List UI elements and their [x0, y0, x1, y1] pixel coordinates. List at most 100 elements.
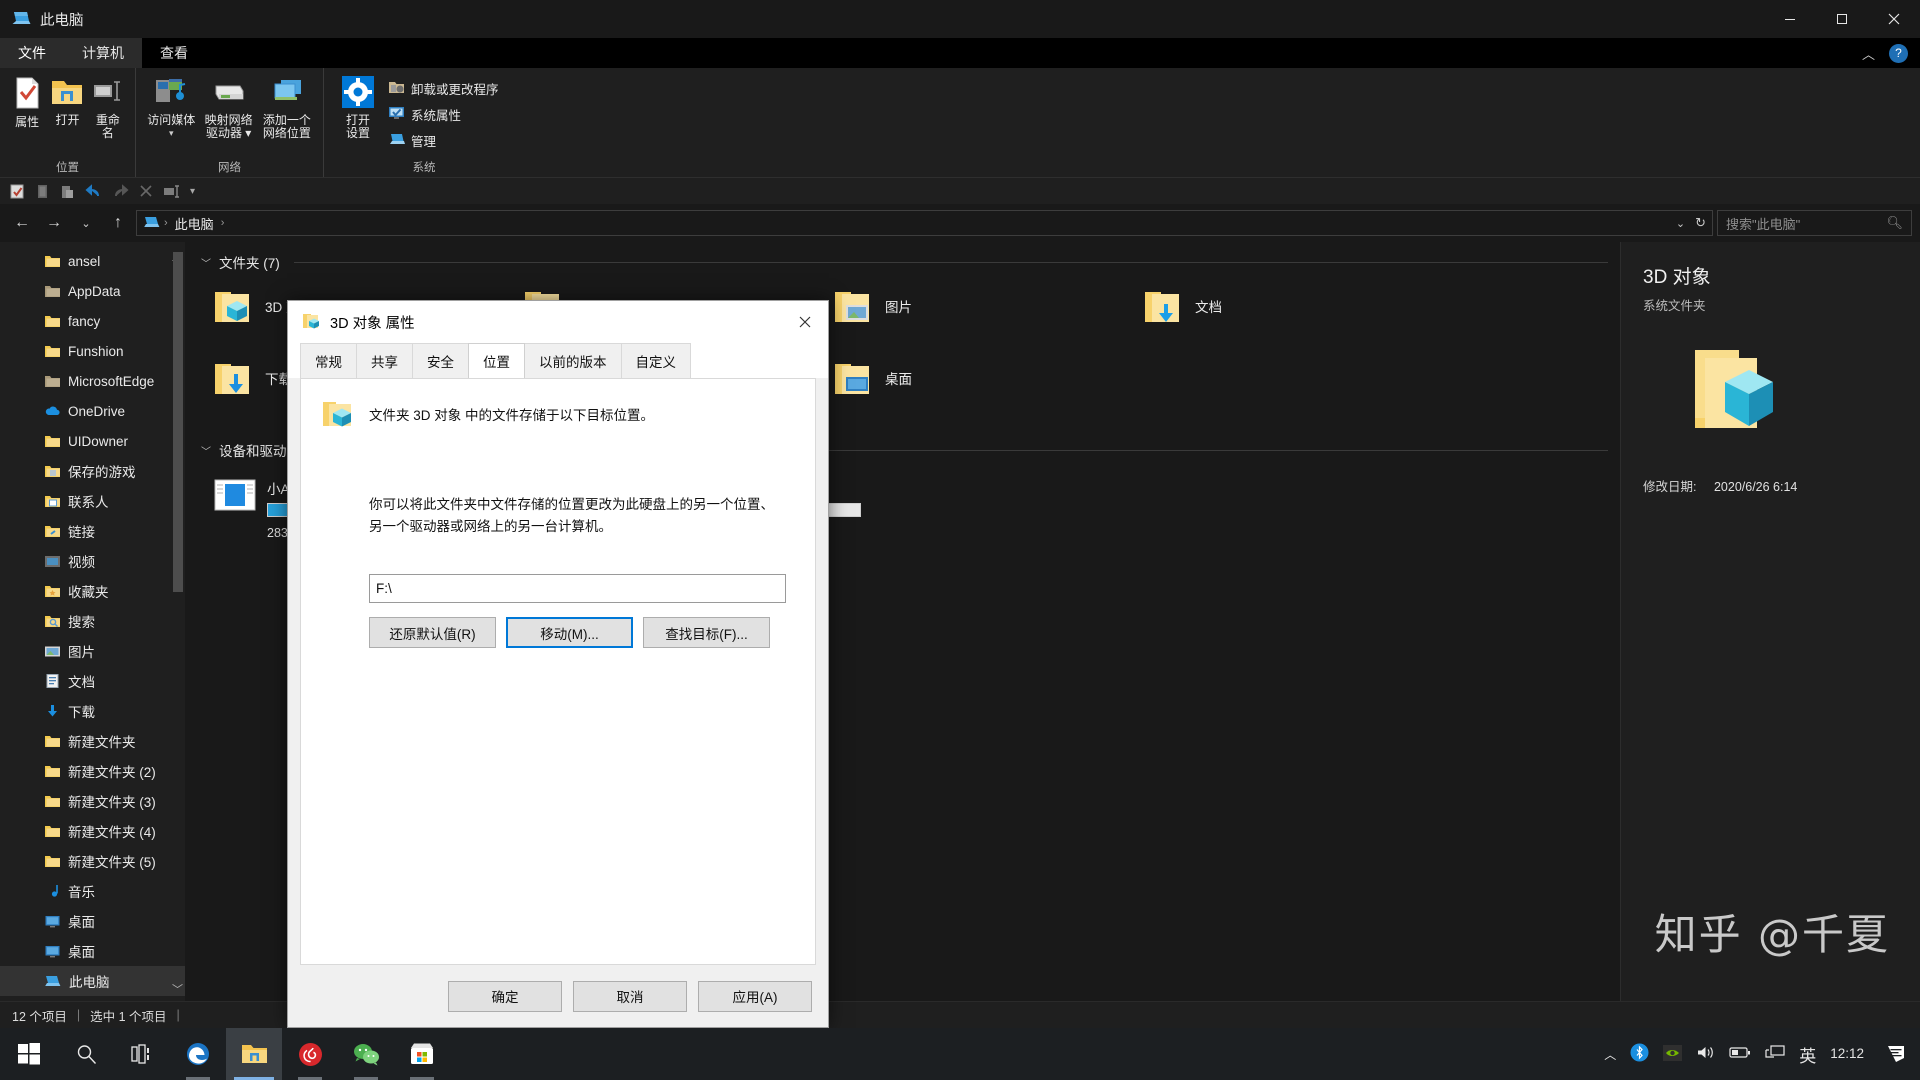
ribbon-access-media-button[interactable]: 访问媒体 ▾ [144, 73, 199, 142]
search-box[interactable]: 搜索"此电脑" 🔍︎ [1717, 210, 1912, 236]
ribbon-tab-computer[interactable]: 计算机 [64, 38, 142, 68]
copy-icon[interactable] [35, 184, 50, 199]
sidebar-item-16[interactable]: 新建文件夹 [0, 726, 185, 756]
sidebar-item-20[interactable]: 新建文件夹 (5) [0, 846, 185, 876]
dialog-footer-button-0[interactable]: 确定 [448, 980, 562, 1012]
ribbon-open-button[interactable]: 打开 [48, 73, 86, 130]
dialog-tab-1[interactable]: 共享 [356, 343, 413, 378]
dialog-footer-button-2[interactable]: 应用(A) [698, 980, 812, 1012]
redo-icon[interactable] [112, 183, 129, 199]
sidebar-item-2[interactable]: fancy [0, 306, 185, 336]
dialog-panel-button-0[interactable]: 还原默认值(R) [369, 617, 496, 648]
delete-icon[interactable] [139, 184, 153, 198]
chevron-down-icon[interactable]: ﹀ [201, 443, 211, 458]
chevron-down-icon[interactable]: ﹀ [201, 255, 211, 270]
breadcrumb-item-this-pc[interactable]: 此电脑 [172, 214, 217, 233]
ime-indicator[interactable]: 英 [1799, 1042, 1816, 1067]
ribbon-system-properties-button[interactable]: 系统属性 [386, 103, 505, 126]
dialog-tab-2[interactable]: 安全 [412, 343, 469, 378]
chevron-down-icon[interactable]: ▾ [169, 128, 174, 139]
windows-start-icon[interactable] [0, 1028, 58, 1080]
sidebar-item-14[interactable]: 文档 [0, 666, 185, 696]
ribbon-rename-button[interactable]: 重命名 [89, 73, 127, 143]
help-icon[interactable]: ? [1889, 43, 1908, 63]
ribbon-uninstall-button[interactable]: 卸载或更改程序 [386, 77, 505, 100]
microsoft-store-icon[interactable] [394, 1028, 450, 1080]
wechat-icon[interactable] [338, 1028, 394, 1080]
sidebar-item-21[interactable]: 音乐 [0, 876, 185, 906]
properties-icon[interactable] [10, 184, 25, 199]
refresh-icon[interactable]: ↻ [1695, 215, 1706, 231]
nav-scroll-down-icon[interactable]: ﹀ [172, 981, 183, 997]
rename-icon[interactable] [163, 184, 180, 199]
sidebar-item-17[interactable]: 新建文件夹 (2) [0, 756, 185, 786]
netease-music-icon[interactable] [282, 1028, 338, 1080]
ribbon-open-settings-button[interactable]: 打开 设置 [332, 73, 384, 143]
clock[interactable]: 12:12 [1830, 1046, 1864, 1062]
sidebar-item-18[interactable]: 新建文件夹 (3) [0, 786, 185, 816]
breadcrumb-separator[interactable]: › [221, 217, 225, 229]
nav-scrollbar[interactable] [173, 250, 183, 977]
bluetooth-icon[interactable] [1630, 1043, 1649, 1065]
dialog-tab-3[interactable]: 位置 [468, 343, 525, 378]
file-explorer-icon[interactable] [226, 1028, 282, 1080]
sidebar-item-1[interactable]: AppData [0, 276, 185, 306]
group-header-folders[interactable]: ﹀ 文件夹 (7) [185, 242, 1620, 276]
taskbar-search-icon[interactable] [58, 1028, 114, 1080]
sidebar-item-23[interactable]: 桌面 [0, 936, 185, 966]
ribbon-tab-view[interactable]: 查看 [142, 38, 206, 68]
dialog-panel-button-1[interactable]: 移动(M)... [506, 617, 633, 648]
customize-dropdown-icon[interactable]: ▾ [190, 186, 195, 197]
ribbon-map-drive-button[interactable]: 映射网络 驱动器 ▾ [201, 73, 257, 143]
dialog-tab-5[interactable]: 自定义 [620, 343, 691, 378]
sidebar-item-9[interactable]: 链接 [0, 516, 185, 546]
sidebar-item-8[interactable]: 联系人 [0, 486, 185, 516]
sidebar-item-24[interactable]: 此电脑 [0, 966, 185, 996]
forward-button[interactable]: → [40, 209, 68, 237]
dialog-close-button[interactable] [782, 301, 828, 343]
sidebar-item-6[interactable]: UIDowner [0, 426, 185, 456]
minimize-button[interactable] [1764, 0, 1816, 38]
sidebar-item-4[interactable]: MicrosoftEdge [0, 366, 185, 396]
ribbon-add-network-location-button[interactable]: 添加一个 网络位置 [259, 73, 315, 143]
notifications-icon[interactable] [1878, 1028, 1914, 1080]
breadcrumb[interactable]: › 此电脑 › ⌄ ↻ [136, 210, 1713, 236]
dialog-footer-button-1[interactable]: 取消 [573, 980, 687, 1012]
network-icon[interactable] [1765, 1044, 1785, 1064]
sidebar-item-13[interactable]: 图片 [0, 636, 185, 666]
folder-tile[interactable]: 图片 [827, 282, 1137, 354]
sidebar-item-0[interactable]: ansel [0, 246, 185, 276]
dialog-tab-4[interactable]: 以前的版本 [524, 343, 622, 378]
sidebar-item-15[interactable]: 下载 [0, 696, 185, 726]
task-view-icon[interactable] [114, 1028, 170, 1080]
battery-icon[interactable] [1729, 1046, 1751, 1062]
dialog-tab-0[interactable]: 常规 [300, 343, 357, 378]
sidebar-item-22[interactable]: 桌面 [0, 906, 185, 936]
sidebar-item-12[interactable]: 搜索 [0, 606, 185, 636]
sidebar-item-10[interactable]: 视频 [0, 546, 185, 576]
back-button[interactable]: ← [8, 209, 36, 237]
ribbon-properties-button[interactable]: 属性 [8, 73, 46, 132]
search-input[interactable]: 搜索"此电脑" [1726, 214, 1800, 233]
undo-icon[interactable] [85, 183, 102, 199]
search-icon[interactable]: 🔍︎ [1886, 215, 1903, 231]
nav-scrollbar-thumb[interactable] [173, 252, 183, 592]
sidebar-item-11[interactable]: 收藏夹 [0, 576, 185, 606]
dialog-panel-button-2[interactable]: 查找目标(F)... [643, 617, 770, 648]
sidebar-item-5[interactable]: OneDrive [0, 396, 185, 426]
chevron-up-icon[interactable]: ︿ [1604, 1046, 1616, 1063]
folder-tile[interactable]: 桌面 [827, 354, 1137, 426]
close-button[interactable] [1868, 0, 1920, 38]
ribbon-manage-button[interactable]: 管理 [386, 129, 505, 152]
chevron-up-icon[interactable]: ︿ [1862, 44, 1875, 63]
sidebar-item-7[interactable]: 保存的游戏 [0, 456, 185, 486]
up-button[interactable]: ↑ [104, 209, 132, 237]
folder-tile[interactable]: 文档 [1137, 282, 1447, 354]
recent-locations-button[interactable]: ⌄ [72, 209, 100, 237]
edge-icon[interactable] [170, 1028, 226, 1080]
navigation-pane[interactable]: ansel AppData fancy Funshion MicrosoftEdge On… [0, 242, 185, 1001]
chevron-down-icon[interactable]: ⌄ [1676, 217, 1685, 230]
sidebar-item-19[interactable]: 新建文件夹 (4) [0, 816, 185, 846]
maximize-button[interactable] [1816, 0, 1868, 38]
sidebar-item-3[interactable]: Funshion [0, 336, 185, 366]
